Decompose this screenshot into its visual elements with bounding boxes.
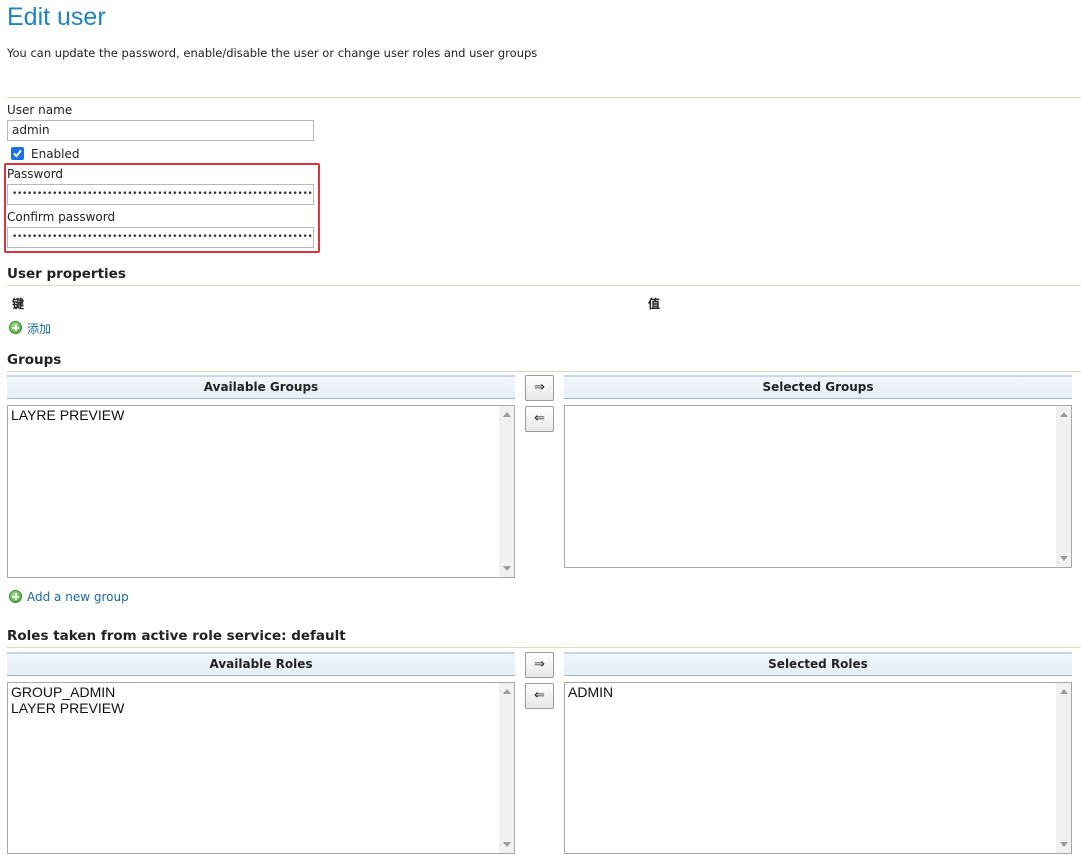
divider: [7, 97, 1081, 98]
user-properties-title: User properties: [7, 266, 126, 282]
confirm-password-label: Confirm password: [7, 210, 116, 224]
enabled-label: Enabled: [31, 147, 80, 161]
scroll-up-icon[interactable]: [503, 412, 511, 417]
scrollbar[interactable]: [499, 683, 514, 853]
divider: [7, 371, 1081, 372]
selected-groups-header: Selected Groups: [564, 375, 1072, 399]
scrollbar[interactable]: [1056, 683, 1071, 853]
password-label: Password: [7, 167, 64, 181]
scroll-down-icon[interactable]: [503, 842, 511, 847]
list-item[interactable]: LAYER PREVIEW: [11, 700, 511, 716]
scroll-up-icon[interactable]: [1060, 689, 1068, 694]
list-item[interactable]: GROUP_ADMIN: [11, 684, 511, 700]
available-roles-list[interactable]: GROUP_ADMIN LAYER PREVIEW: [7, 682, 515, 854]
add-property-link[interactable]: 添加: [27, 320, 51, 337]
confirm-password-field[interactable]: ••••••••••••••••••••••••••••••••••••••••…: [7, 227, 314, 248]
divider: [7, 285, 1081, 286]
enabled-checkbox[interactable]: [11, 147, 24, 160]
selected-roles-header: Selected Roles: [564, 652, 1072, 676]
key-column-header: 键: [12, 297, 25, 311]
selected-roles-list[interactable]: ADMIN: [564, 682, 1072, 854]
remove-group-left-button[interactable]: ⇐: [525, 406, 554, 432]
available-roles-header: Available Roles: [7, 652, 515, 676]
available-groups-list[interactable]: LAYRE PREVIEW: [7, 405, 515, 578]
remove-role-left-button[interactable]: ⇐: [525, 683, 554, 709]
add-icon[interactable]: [9, 590, 22, 603]
checkmark-icon: [13, 149, 22, 158]
add-icon[interactable]: [9, 321, 22, 334]
scroll-down-icon[interactable]: [1060, 842, 1068, 847]
list-item[interactable]: ADMIN: [568, 684, 1068, 700]
divider: [7, 647, 1081, 648]
scrollbar[interactable]: [499, 406, 514, 577]
scroll-down-icon[interactable]: [1060, 556, 1068, 561]
roles-title: Roles taken from active role service: de…: [7, 628, 346, 644]
username-field[interactable]: admin: [7, 120, 314, 141]
add-role-right-button[interactable]: ⇒: [525, 652, 554, 678]
value-column-header: 值: [648, 297, 661, 311]
list-item[interactable]: LAYRE PREVIEW: [11, 407, 511, 423]
password-field[interactable]: ••••••••••••••••••••••••••••••••••••••••…: [7, 184, 314, 205]
scrollbar[interactable]: [1056, 406, 1071, 567]
page-title: Edit user: [7, 3, 106, 31]
add-group-right-button[interactable]: ⇒: [525, 375, 554, 401]
groups-title: Groups: [7, 352, 62, 368]
scroll-down-icon[interactable]: [503, 566, 511, 571]
add-new-group-link[interactable]: Add a new group: [27, 590, 129, 604]
scroll-up-icon[interactable]: [1060, 412, 1068, 417]
available-groups-header: Available Groups: [7, 375, 515, 399]
scroll-up-icon[interactable]: [503, 689, 511, 694]
page-subtitle: You can update the password, enable/disa…: [7, 46, 538, 60]
username-label: User name: [7, 103, 73, 117]
selected-groups-list[interactable]: [564, 405, 1072, 568]
